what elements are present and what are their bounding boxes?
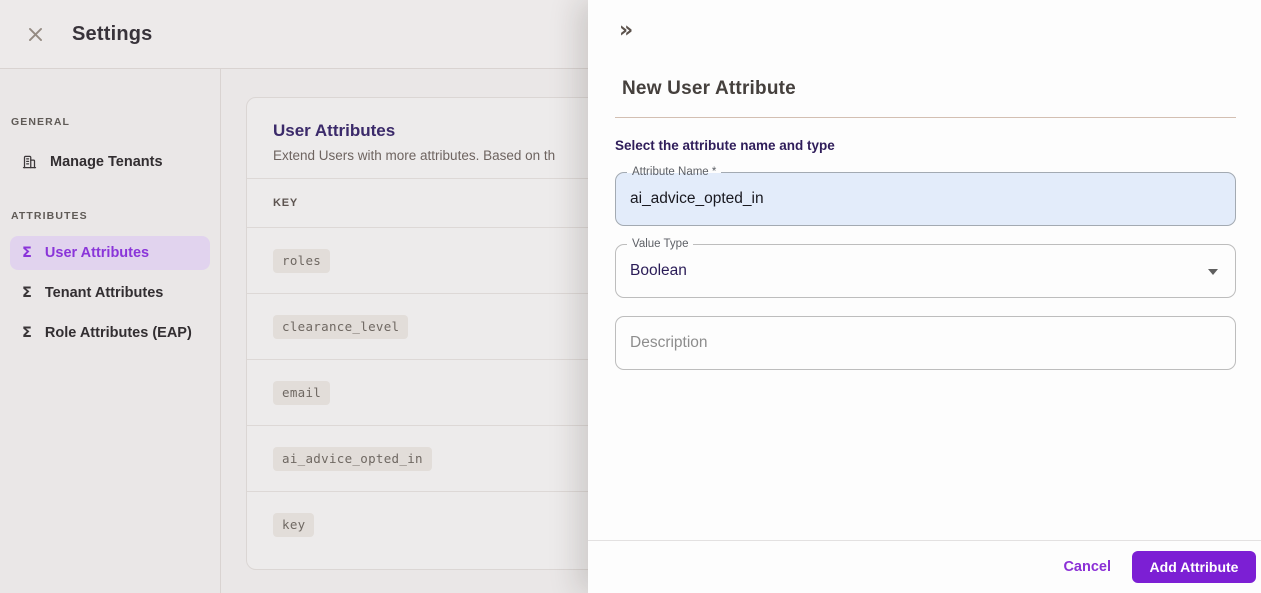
- close-button[interactable]: [24, 23, 46, 45]
- sidebar-item-role-attributes[interactable]: Σ Role Attributes (EAP): [10, 316, 210, 350]
- attribute-name-label: Attribute Name *: [627, 166, 722, 179]
- value-type-label: Value Type: [627, 238, 694, 251]
- attribute-key-chip: email: [273, 380, 331, 405]
- drawer-title: New User Attribute: [622, 78, 796, 99]
- sidebar-item-user-attributes[interactable]: Σ User Attributes: [10, 236, 210, 270]
- attribute-key-chip: clearance_level: [273, 314, 409, 339]
- collapse-drawer-button[interactable]: »: [619, 19, 633, 43]
- sigma-icon: Σ: [22, 284, 32, 301]
- sidebar-item-manage-tenants[interactable]: Manage Tenants: [10, 145, 210, 179]
- double-chevron-right-icon: »: [619, 18, 634, 43]
- settings-sidebar: GENERAL Manage Tenants ATTRIBUTES Σ User…: [0, 69, 221, 593]
- attribute-key-chip: ai_advice_opted_in: [273, 446, 432, 471]
- add-attribute-button[interactable]: Add Attribute: [1132, 551, 1256, 583]
- page-title: Settings: [72, 22, 153, 45]
- sidebar-item-label: Role Attributes (EAP): [44, 325, 192, 341]
- column-header-key: KEY: [273, 197, 299, 209]
- building-icon: [22, 154, 37, 170]
- description-input[interactable]: [616, 317, 1235, 369]
- sidebar-item-label: Manage Tenants: [50, 154, 163, 170]
- form-section-label: Select the attribute name and type: [615, 138, 835, 153]
- value-type-selected-value: Boolean: [630, 262, 687, 279]
- sidebar-section-general: GENERAL: [11, 116, 71, 128]
- cancel-button[interactable]: Cancel: [1063, 559, 1111, 575]
- drawer-title-divider: [615, 117, 1236, 118]
- sigma-icon: Σ: [22, 244, 32, 261]
- new-attribute-drawer: » New User Attribute Select the attribut…: [588, 0, 1261, 593]
- drawer-footer: Cancel Add Attribute: [588, 540, 1261, 593]
- sidebar-item-label: User Attributes: [44, 245, 150, 261]
- attribute-key-chip: roles: [273, 248, 331, 273]
- chevron-down-icon: [1208, 269, 1218, 275]
- attribute-name-field: Attribute Name *: [615, 166, 1236, 226]
- attribute-name-input[interactable]: [616, 173, 1235, 225]
- attribute-key-chip: key: [273, 513, 315, 537]
- description-field: [615, 316, 1236, 370]
- close-icon: [28, 27, 42, 41]
- value-type-field[interactable]: Value Type Boolean: [615, 238, 1236, 298]
- sidebar-item-label: Tenant Attributes: [44, 285, 164, 301]
- sidebar-item-tenant-attributes[interactable]: Σ Tenant Attributes: [10, 276, 210, 310]
- sidebar-section-attributes: ATTRIBUTES: [11, 210, 88, 222]
- sigma-icon: Σ: [22, 324, 32, 341]
